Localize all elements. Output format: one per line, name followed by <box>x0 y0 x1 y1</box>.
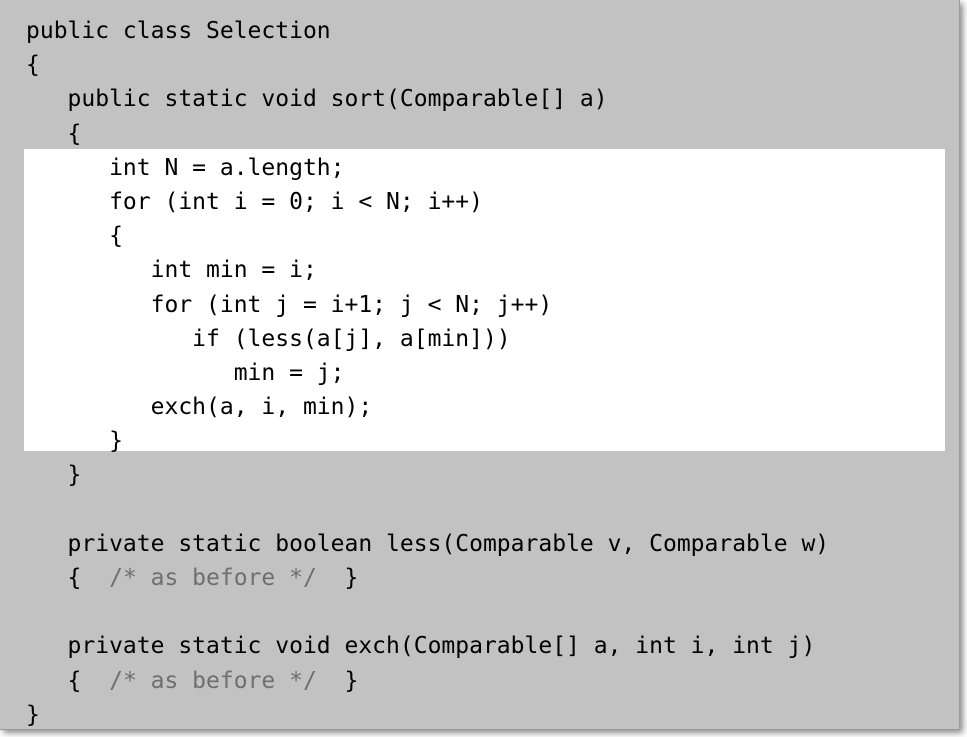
code-comment: /* as before */ <box>109 565 317 591</box>
code-line: { <box>26 52 40 79</box>
code-line: min = j; <box>26 359 345 386</box>
code-line: } <box>26 462 82 489</box>
code-line: } <box>26 701 40 728</box>
code-line: { <box>26 223 123 250</box>
code-line: public static void sort(Comparable[] a) <box>26 86 608 113</box>
code-fragment: { <box>26 565 110 591</box>
code-fragment: } <box>316 565 359 591</box>
code-line: int min = i; <box>26 257 317 284</box>
code-line-with-comment: { /* as before */ } <box>26 664 829 698</box>
code-line: public class Selection <box>26 18 331 44</box>
code-line: int N = a.length; <box>26 154 345 181</box>
code-line: } <box>26 428 123 455</box>
code-line-with-comment: { /* as before */ } <box>26 561 829 595</box>
code-line: for (int j = i+1; j < N; j++) <box>26 291 553 318</box>
code-line: { <box>26 120 82 147</box>
code-panel: public class Selection { public static v… <box>0 0 960 730</box>
code-fragment: } <box>316 667 359 694</box>
code-comment: /* as before */ <box>109 667 317 694</box>
code-listing: public class Selection { public static v… <box>26 14 829 732</box>
code-line: private static void exch(Comparable[] a,… <box>26 633 816 660</box>
code-line: if (less(a[j], a[min])) <box>26 325 511 352</box>
code-line: private static boolean less(Comparable v… <box>26 530 830 557</box>
code-fragment: { <box>26 667 110 694</box>
code-line: for (int i = 0; i < N; i++) <box>26 188 483 215</box>
code-line: exch(a, i, min); <box>26 394 373 421</box>
